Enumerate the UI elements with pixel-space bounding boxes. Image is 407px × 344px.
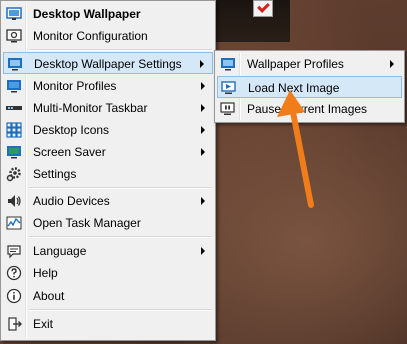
desktop-icons-icon (6, 122, 22, 138)
gear-icon (6, 167, 21, 182)
menu-item-label: Monitor Profiles (33, 79, 117, 93)
exit-icon (8, 317, 22, 331)
menu-item-desktop-wallpaper[interactable]: Desktop Wallpaper (3, 3, 213, 25)
load-next-image-icon (221, 81, 236, 94)
wallpaper-settings-submenu: Wallpaper Profiles Load Next Image Pause… (214, 50, 405, 123)
menu-separator (29, 309, 212, 311)
menu-item-label: Language (33, 244, 87, 258)
menu-item-label: Exit (33, 317, 54, 331)
menu-item-label: Load Next Image (248, 81, 340, 95)
menu-item-multi-monitor-taskbar[interactable]: Multi-Monitor Taskbar (3, 97, 213, 119)
language-icon (7, 245, 21, 259)
submenu-arrow-icon (200, 60, 204, 68)
menu-item-label: About (33, 289, 65, 303)
menu-separator (29, 49, 212, 51)
submenu-item-load-next-image[interactable]: Load Next Image (217, 76, 402, 98)
menu-item-label: Wallpaper Profiles (247, 57, 344, 71)
menu-item-audio-devices[interactable]: Audio Devices (3, 190, 213, 212)
menu-item-label: Monitor Configuration (33, 29, 148, 43)
submenu-arrow-icon (390, 60, 394, 68)
menu-item-about[interactable]: About (3, 285, 213, 307)
menu-item-label: Settings (33, 167, 77, 181)
desktop-shortcut-icon[interactable] (253, 0, 273, 17)
monitor-config-icon (6, 29, 22, 43)
menu-item-label: Open Task Manager (33, 216, 141, 230)
menu-item-label: Desktop Wallpaper (33, 7, 141, 21)
menu-item-desktop-icons[interactable]: Desktop Icons (3, 119, 213, 141)
help-icon (6, 265, 22, 281)
submenu-arrow-icon (201, 197, 205, 205)
menu-item-label: Audio Devices (33, 194, 110, 208)
menu-item-label: Screen Saver (33, 145, 106, 159)
info-icon (6, 288, 22, 304)
menu-separator (29, 187, 212, 189)
menu-item-open-task-manager[interactable]: Open Task Manager (3, 212, 213, 234)
menu-item-settings[interactable]: Settings (3, 163, 213, 185)
menu-item-label: Help (33, 266, 58, 280)
menu-item-label: Pause Current Images (247, 102, 368, 116)
menu-item-exit[interactable]: Exit (3, 313, 213, 335)
menu-item-language[interactable]: Language (3, 240, 213, 262)
menu-item-desktop-wallpaper-settings[interactable]: Desktop Wallpaper Settings (3, 52, 213, 74)
menu-item-monitor-configuration[interactable]: Monitor Configuration (3, 25, 213, 47)
tray-context-menu: Desktop Wallpaper Monitor Configuration … (0, 0, 216, 341)
submenu-arrow-icon (201, 82, 205, 90)
pause-images-icon (220, 102, 235, 115)
menu-item-label: Desktop Icons (33, 123, 110, 137)
submenu-item-wallpaper-profiles[interactable]: Wallpaper Profiles (217, 53, 402, 75)
submenu-arrow-icon (201, 104, 205, 112)
menu-separator (29, 236, 212, 238)
submenu-arrow-icon (201, 247, 205, 255)
menu-item-label: Multi-Monitor Taskbar (33, 101, 148, 115)
task-manager-icon (6, 216, 22, 230)
submenu-arrow-icon (201, 126, 205, 134)
submenu-arrow-icon (201, 148, 205, 156)
submenu-item-pause-current-images[interactable]: Pause Current Images (217, 98, 402, 120)
screen-saver-icon (7, 146, 21, 159)
menu-item-screen-saver[interactable]: Screen Saver (3, 141, 213, 163)
speaker-icon (8, 195, 21, 207)
taskbar-icon (6, 106, 22, 110)
wallpaper-profiles-icon (221, 58, 235, 71)
wallpaper-icon (6, 7, 22, 20)
monitor-profiles-icon (7, 80, 21, 93)
wallpaper-settings-icon (8, 58, 22, 71)
menu-item-label: Desktop Wallpaper Settings (34, 57, 182, 71)
menu-item-help[interactable]: Help (3, 262, 213, 284)
menu-item-monitor-profiles[interactable]: Monitor Profiles (3, 75, 213, 97)
